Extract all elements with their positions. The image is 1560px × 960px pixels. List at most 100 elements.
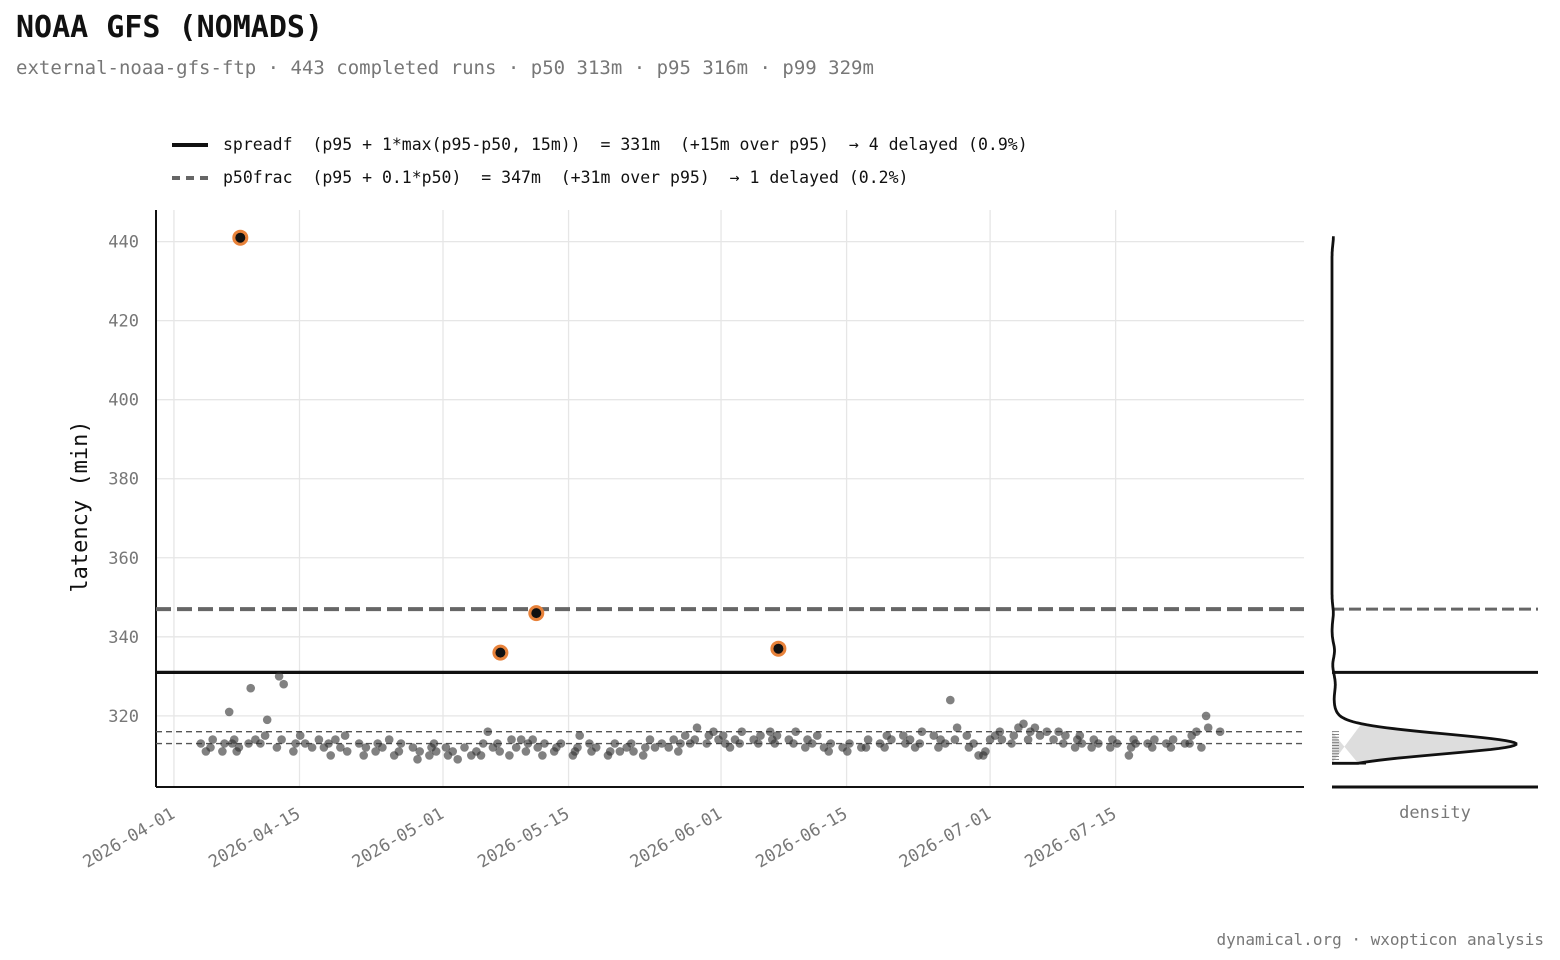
data-point xyxy=(1124,751,1134,760)
data-point xyxy=(603,751,613,760)
y-tick-label: 360 xyxy=(108,549,139,569)
data-point xyxy=(256,739,265,748)
data-point xyxy=(807,739,817,748)
data-point xyxy=(1166,743,1176,752)
data-point xyxy=(997,735,1007,744)
x-tick-label: 2026-04-15 xyxy=(205,804,304,873)
data-point xyxy=(709,727,718,736)
data-point xyxy=(770,739,780,748)
data-point xyxy=(232,747,241,756)
x-tick-label: 2026-07-01 xyxy=(896,804,995,873)
data-point xyxy=(905,735,915,744)
data-point xyxy=(538,751,547,760)
data-point xyxy=(326,751,336,760)
data-point xyxy=(702,739,711,748)
outlier-point xyxy=(232,229,249,246)
data-point xyxy=(331,735,340,744)
data-point xyxy=(1185,739,1194,748)
data-point xyxy=(718,731,728,740)
data-point xyxy=(1192,727,1201,736)
y-tick-label: 420 xyxy=(108,312,139,332)
data-point xyxy=(917,727,927,736)
data-point xyxy=(1150,735,1159,744)
data-point xyxy=(218,747,227,756)
data-point xyxy=(396,739,406,748)
data-point xyxy=(674,747,683,756)
data-point xyxy=(737,727,747,736)
y-tick-label: 440 xyxy=(108,233,139,253)
data-point xyxy=(690,735,700,744)
data-point xyxy=(843,747,852,756)
data-point xyxy=(1201,711,1211,721)
data-point xyxy=(413,755,422,764)
data-point xyxy=(887,735,896,744)
data-point xyxy=(941,739,950,748)
data-point xyxy=(845,739,854,748)
data-point xyxy=(495,747,505,756)
data-point xyxy=(1168,735,1178,744)
outlier-point xyxy=(770,640,787,657)
y-tick-label: 400 xyxy=(108,391,139,411)
data-point xyxy=(279,679,289,689)
data-point xyxy=(415,747,425,756)
data-point xyxy=(861,743,871,752)
data-point xyxy=(277,735,286,744)
x-tick-label: 2026-04-01 xyxy=(80,804,179,873)
data-point xyxy=(307,743,317,752)
data-point xyxy=(952,723,962,732)
data-point xyxy=(638,751,648,760)
data-point xyxy=(384,735,394,744)
data-point xyxy=(676,739,685,748)
data-point xyxy=(272,743,282,752)
density-label: density xyxy=(1399,803,1471,823)
data-point xyxy=(1049,735,1058,744)
data-point xyxy=(1059,739,1068,748)
x-tick-label: 2026-05-15 xyxy=(474,804,573,873)
data-point xyxy=(979,751,988,760)
data-point xyxy=(478,739,488,748)
data-point xyxy=(429,739,439,748)
x-tick-label: 2026-05-01 xyxy=(349,804,448,873)
data-point xyxy=(772,731,782,740)
data-point xyxy=(1019,719,1028,729)
data-point xyxy=(246,683,255,693)
data-point xyxy=(915,739,925,748)
data-point xyxy=(962,731,972,740)
data-point xyxy=(641,743,650,752)
latency-chart: 320 340 360 380 400 420 440 2026-04-01 2026-04-1… xyxy=(68,210,1538,873)
data-point xyxy=(735,739,744,748)
data-point xyxy=(1007,739,1016,748)
data-point xyxy=(826,739,836,748)
data-point xyxy=(789,739,798,748)
data-point xyxy=(262,715,272,725)
data-point xyxy=(220,739,229,748)
data-point xyxy=(629,747,638,756)
footer-credit: dynamical.org · wxopticon analysis xyxy=(1216,930,1544,949)
data-point xyxy=(575,731,584,740)
data-point xyxy=(224,707,234,717)
data-point xyxy=(291,739,300,748)
data-point xyxy=(573,743,582,752)
x-tick-label: 2026-06-15 xyxy=(752,804,851,873)
data-point xyxy=(969,739,978,748)
data-point xyxy=(540,739,549,748)
data-point xyxy=(483,727,493,736)
data-point xyxy=(568,751,578,760)
data-point xyxy=(359,751,369,760)
data-point xyxy=(1061,731,1070,740)
data-point xyxy=(1075,731,1085,740)
data-point xyxy=(505,751,514,760)
y-tick-label: 340 xyxy=(108,628,139,648)
data-point xyxy=(314,735,324,744)
x-tick-label: 2026-06-01 xyxy=(627,804,726,873)
data-point xyxy=(196,739,206,748)
data-point xyxy=(1147,743,1157,752)
y-tick-label: 380 xyxy=(108,470,139,490)
data-point xyxy=(511,743,521,752)
data-point xyxy=(1030,723,1040,732)
data-point xyxy=(260,731,270,740)
data-point xyxy=(476,751,486,760)
data-point xyxy=(493,739,502,748)
y-axis-label: latency (min) xyxy=(68,420,93,592)
data-point xyxy=(521,747,531,756)
